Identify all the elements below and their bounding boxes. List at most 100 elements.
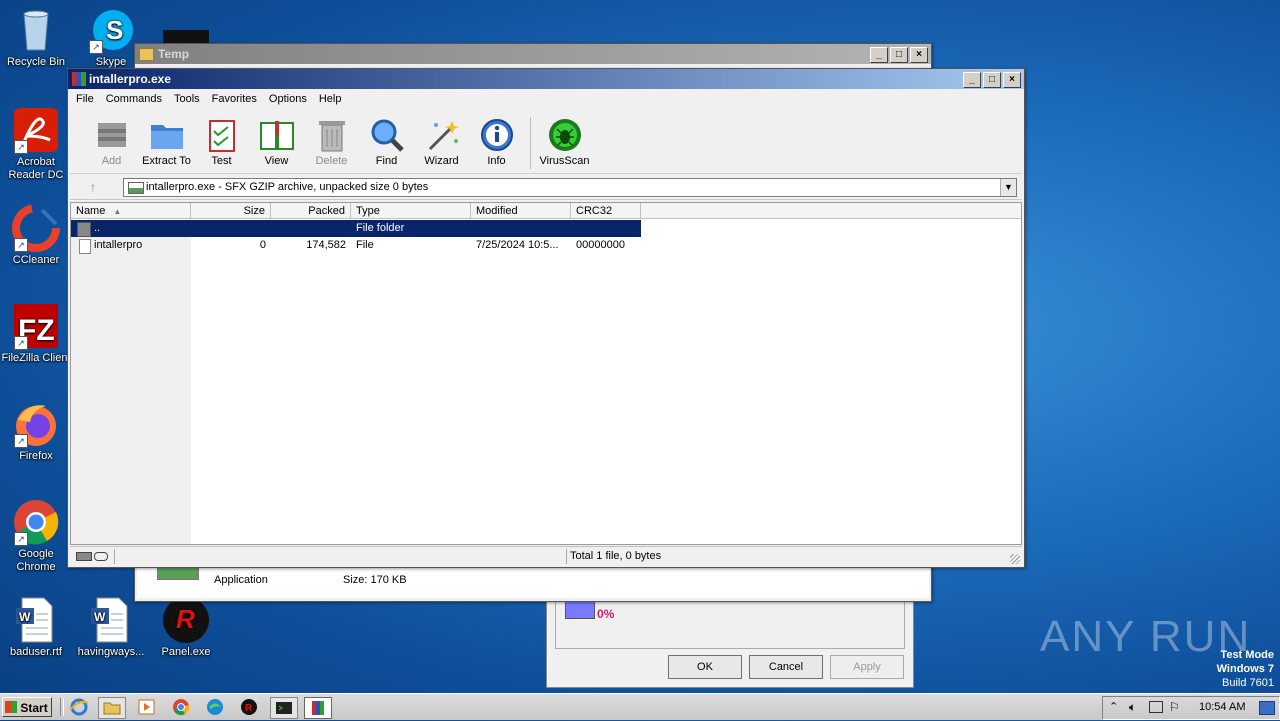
info-label: Info xyxy=(487,155,506,167)
close-button[interactable]: × xyxy=(1003,72,1021,88)
find-magnifier-icon xyxy=(369,117,405,153)
column-packed[interactable]: Packed xyxy=(271,203,351,219)
svg-text:W: W xyxy=(19,610,31,624)
apply-button[interactable]: Apply xyxy=(830,655,904,679)
key-icon[interactable] xyxy=(94,552,108,561)
test-button[interactable]: Test xyxy=(194,111,249,167)
maximize-button[interactable]: □ xyxy=(890,47,908,63)
add-label: Add xyxy=(101,155,122,167)
menu-commands[interactable]: Commands xyxy=(100,93,168,105)
maximize-button[interactable]: □ xyxy=(983,72,1001,88)
close-button[interactable]: × xyxy=(910,47,928,63)
panel-exe-icon: R xyxy=(162,596,210,644)
desktop-icon-recycle-bin[interactable]: Recycle Bin xyxy=(0,6,72,69)
winrar-window[interactable]: intallerpro.exe _ □ × File Commands Tool… xyxy=(67,68,1025,568)
word-document-icon: W xyxy=(12,596,60,644)
resize-grip-icon[interactable] xyxy=(1010,554,1020,564)
desktop-icon-label: Acrobat Reader DC xyxy=(8,156,64,181)
cell-name: intallerpro xyxy=(94,239,143,251)
word-document-icon: W xyxy=(87,596,135,644)
desktop-icon-firefox[interactable]: ↗ Firefox xyxy=(0,400,72,463)
chevron-down-icon[interactable]: ▼ xyxy=(1000,179,1016,196)
extract-folder-icon xyxy=(149,117,185,153)
drive-icon[interactable] xyxy=(76,552,92,561)
column-crc32[interactable]: CRC32 xyxy=(571,203,641,219)
windows-logo-icon xyxy=(5,701,17,713)
cell-type: File xyxy=(356,239,374,251)
menu-favorites[interactable]: Favorites xyxy=(206,93,263,105)
desktop-icon-baduser[interactable]: W baduser.rtf xyxy=(0,596,72,659)
chrome-taskbar-icon[interactable] xyxy=(168,697,194,717)
column-modified[interactable]: Modified xyxy=(471,203,571,219)
name-column-shade xyxy=(71,220,191,544)
add-button[interactable]: Add xyxy=(84,111,139,167)
wizard-label: Wizard xyxy=(424,155,459,167)
svg-text:R: R xyxy=(176,604,195,634)
usage-color-swatch xyxy=(565,601,595,619)
minimize-button[interactable]: _ xyxy=(870,47,888,63)
archive-icon xyxy=(128,182,144,194)
ok-button[interactable]: OK xyxy=(668,655,742,679)
delete-label: Delete xyxy=(315,155,348,167)
temp-titlebar[interactable]: Temp xyxy=(135,44,931,64)
terminal-icon[interactable] xyxy=(270,697,298,719)
windows-version-line: Windows 7 xyxy=(1216,663,1274,675)
panel-taskbar-icon[interactable]: R xyxy=(236,697,262,717)
virusscan-label: VirusScan xyxy=(539,155,590,167)
test-mode-text: Test Mode Windows 7 Build 7601 xyxy=(1217,648,1274,690)
column-name[interactable]: Name ▲ xyxy=(71,203,191,219)
winrar-taskbar-icon[interactable] xyxy=(304,697,332,719)
minimize-button[interactable]: _ xyxy=(963,72,981,88)
up-arrow-icon[interactable]: ↑ xyxy=(84,178,102,196)
virusscan-button[interactable]: VirusScan xyxy=(537,111,592,167)
column-size[interactable]: Size xyxy=(191,203,271,219)
winrar-titlebar[interactable]: intallerpro.exe xyxy=(68,69,1024,89)
find-button[interactable]: Find xyxy=(359,111,414,167)
wizard-button[interactable]: Wizard xyxy=(414,111,469,167)
desktop-icon-label: havingways... xyxy=(77,646,145,658)
media-player-icon[interactable] xyxy=(134,697,160,717)
desktop-icon-acrobat[interactable]: ↗ Acrobat Reader DC xyxy=(0,106,72,182)
start-button[interactable]: Start xyxy=(2,697,52,717)
menu-options[interactable]: Options xyxy=(263,93,313,105)
table-row[interactable]: intallerpro 0 174,582 File 7/25/2024 10:… xyxy=(71,237,641,254)
clock[interactable]: 10:54 AM xyxy=(1199,701,1245,713)
extract-to-button[interactable]: Extract To xyxy=(139,111,194,167)
cancel-button[interactable]: Cancel xyxy=(749,655,823,679)
start-label: Start xyxy=(20,701,48,715)
speaker-icon[interactable]: 🔈︎ xyxy=(1129,700,1136,715)
menu-bar: File Commands Tools Favorites Options He… xyxy=(68,89,1024,109)
black-window-thumbnail xyxy=(163,30,209,44)
desktop-icon-label: FileZilla Client xyxy=(1,352,71,364)
desktop-icon-filezilla[interactable]: FZ ↗ FileZilla Client xyxy=(0,302,72,365)
status-text: Total 1 file, 0 bytes xyxy=(570,550,662,562)
desktop-icon-label: Google Chrome xyxy=(16,548,56,573)
menu-help[interactable]: Help xyxy=(313,93,348,105)
show-desktop-icon[interactable] xyxy=(1259,701,1275,715)
sort-ascending-icon: ▲ xyxy=(113,207,122,216)
network-icon[interactable] xyxy=(1149,701,1163,713)
table-row[interactable]: .. File folder xyxy=(71,220,641,237)
view-button[interactable]: View xyxy=(249,111,304,167)
temp-title: Temp xyxy=(158,47,190,61)
address-field[interactable]: intallerpro.exe - SFX GZIP archive, unpa… xyxy=(123,178,1017,197)
cell-modified: 7/25/2024 10:5... xyxy=(476,239,559,251)
desktop-icon-havingways[interactable]: W havingways... xyxy=(75,596,147,659)
ie-icon[interactable] xyxy=(66,697,92,717)
usage-percent: 0% xyxy=(597,607,615,621)
desktop-icon-ccleaner[interactable]: ↗ CCleaner xyxy=(0,204,72,267)
desktop-icon-chrome[interactable]: ↗ Google Chrome xyxy=(0,498,72,574)
menu-tools[interactable]: Tools xyxy=(168,93,206,105)
flag-icon[interactable]: ⚐ xyxy=(1169,700,1180,714)
add-archive-icon xyxy=(94,117,130,153)
edge-icon[interactable] xyxy=(202,697,228,717)
status-bar: Total 1 file, 0 bytes xyxy=(70,546,1022,566)
build-line: Build 7601 xyxy=(1222,677,1274,689)
info-button[interactable]: Info xyxy=(469,111,524,167)
explorer-icon[interactable] xyxy=(98,697,126,719)
delete-button[interactable]: Delete xyxy=(304,111,359,167)
chevron-up-icon[interactable]: ⌃ xyxy=(1109,700,1118,713)
column-type[interactable]: Type xyxy=(351,203,471,219)
menu-file[interactable]: File xyxy=(70,93,100,105)
desktop-icon-panel[interactable]: R Panel.exe xyxy=(150,596,222,659)
